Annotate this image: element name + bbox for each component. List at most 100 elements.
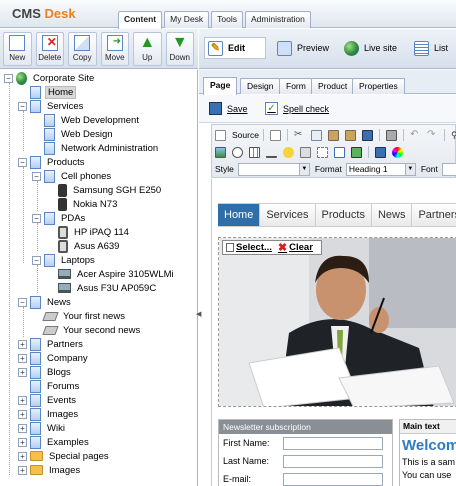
expand-icon[interactable]: +: [18, 367, 27, 377]
style-select[interactable]: ▼: [237, 162, 310, 176]
horizontal-rule-icon[interactable]: [266, 147, 277, 158]
copy-icon[interactable]: [310, 129, 322, 141]
tab-product[interactable]: Product: [311, 78, 355, 94]
up-button[interactable]: ▲ Up: [133, 32, 162, 66]
tab-page[interactable]: Page: [203, 77, 238, 95]
tree-node-forums[interactable]: Forums: [18, 379, 81, 393]
email-field[interactable]: [283, 472, 383, 486]
collapse-icon[interactable]: −: [18, 101, 27, 111]
site-nav-news[interactable]: News: [372, 204, 413, 226]
tree-node-acer[interactable]: Acer Aspire 3105WLMi: [46, 267, 176, 281]
table-icon[interactable]: [249, 146, 260, 158]
expand-icon[interactable]: +: [18, 395, 27, 405]
expand-icon[interactable]: +: [18, 423, 27, 433]
new-button[interactable]: New: [3, 32, 32, 66]
expand-icon[interactable]: +: [18, 451, 27, 461]
collapse-icon[interactable]: −: [18, 297, 27, 307]
expand-icon[interactable]: +: [18, 437, 27, 447]
paste-text-icon[interactable]: [344, 129, 356, 141]
tab-administration[interactable]: Administration: [245, 11, 311, 28]
pane-splitter-handle[interactable]: ◀: [196, 310, 201, 322]
expand-icon[interactable]: +: [18, 353, 27, 363]
tree-node-company[interactable]: + Company: [18, 351, 90, 365]
tab-tools[interactable]: Tools: [211, 11, 244, 28]
special-char-icon[interactable]: [300, 146, 311, 158]
tree-node-web-design[interactable]: Web Design: [32, 127, 115, 141]
copy-button[interactable]: Copy: [68, 32, 97, 66]
tree-node-web-development[interactable]: Web Development: [32, 113, 141, 127]
media-icon[interactable]: [375, 146, 386, 158]
source-button[interactable]: Source: [232, 130, 259, 140]
widget-icon[interactable]: [351, 146, 362, 158]
clear-webpart-button[interactable]: ✖ Clear: [275, 241, 316, 254]
delete-button[interactable]: ✕ Delete: [35, 32, 64, 66]
find-icon[interactable]: ⚲: [451, 130, 456, 141]
collapse-icon[interactable]: −: [32, 171, 41, 181]
spell-check-button[interactable]: ✓ Spell check: [265, 102, 329, 115]
flash-icon[interactable]: [232, 146, 243, 158]
site-nav-home[interactable]: Home: [218, 204, 261, 226]
format-select[interactable]: Heading 1 ▼: [345, 162, 416, 176]
collapse-icon[interactable]: −: [18, 157, 27, 167]
tree-node-cell-phones[interactable]: − Cell phones: [32, 169, 113, 183]
preview-icon[interactable]: [269, 129, 281, 141]
site-nav-products[interactable]: Products: [316, 204, 372, 226]
site-nav-partners[interactable]: Partners: [412, 204, 456, 226]
tab-content[interactable]: Content: [118, 11, 163, 29]
tree-node-partners[interactable]: + Partners: [18, 337, 85, 351]
tree-node-laptops[interactable]: − Laptops: [32, 253, 97, 267]
tree-node-asus-f3u[interactable]: Asus F3U AP059C: [46, 281, 158, 295]
down-button[interactable]: ▼ Down: [165, 32, 194, 66]
last-name-field[interactable]: [283, 454, 383, 468]
paste-word-icon[interactable]: [361, 129, 373, 141]
expand-icon[interactable]: +: [18, 465, 27, 475]
expand-icon[interactable]: +: [18, 339, 27, 349]
collapse-icon[interactable]: −: [32, 255, 41, 265]
smiley-icon[interactable]: [283, 146, 294, 158]
tree-node-services[interactable]: − Services: [18, 99, 85, 113]
tree-node-corporate-site[interactable]: − Corporate Site: [4, 71, 96, 85]
tree-node-images[interactable]: + Images: [18, 407, 80, 421]
expand-icon[interactable]: +: [18, 409, 27, 419]
tree-node-special-pages[interactable]: + Special pages: [18, 449, 111, 463]
save-button[interactable]: Save: [209, 102, 248, 115]
tree-node-news[interactable]: − News: [18, 295, 73, 309]
tree-node-images-folder[interactable]: + Images: [18, 463, 82, 477]
tree-node-nokia[interactable]: Nokia N73: [46, 197, 119, 211]
tree-node-examples[interactable]: + Examples: [18, 435, 91, 449]
move-button[interactable]: ➜ Move: [100, 32, 129, 66]
tree-node-first-news[interactable]: Your first news: [32, 309, 127, 323]
tab-properties[interactable]: Properties: [352, 78, 405, 94]
tab-form[interactable]: Form: [279, 78, 313, 94]
tree-node-samsung[interactable]: Samsung SGH E250: [46, 183, 163, 197]
redo-icon[interactable]: ↷: [427, 129, 438, 141]
tree-node-second-news[interactable]: Your second news: [32, 323, 142, 337]
tree-node-wiki[interactable]: + Wiki: [18, 421, 67, 435]
preview-mode-button[interactable]: Preview: [277, 37, 329, 59]
collapse-icon[interactable]: −: [32, 213, 41, 223]
font-select[interactable]: [441, 162, 456, 176]
tab-my-desk[interactable]: My Desk: [164, 11, 210, 28]
edit-mode-button[interactable]: ✎ Edit: [204, 37, 266, 59]
tree-node-events[interactable]: + Events: [18, 393, 78, 407]
tree-node-hp-ipaq[interactable]: HP iPAQ 114: [46, 225, 131, 239]
first-name-field[interactable]: [283, 436, 383, 450]
live-site-mode-button[interactable]: Live site: [344, 37, 397, 59]
print-icon[interactable]: [385, 129, 397, 141]
form-icon[interactable]: [334, 146, 345, 158]
editable-image-region[interactable]: [218, 237, 456, 407]
tab-design[interactable]: Design: [240, 78, 281, 94]
list-mode-button[interactable]: List: [414, 37, 448, 59]
tree-node-blogs[interactable]: + Blogs: [18, 365, 73, 379]
tree-node-network-administration[interactable]: Network Administration: [32, 141, 160, 155]
page-break-icon[interactable]: [317, 146, 328, 158]
tree-node-pdas[interactable]: − PDAs: [32, 211, 87, 225]
collapse-icon[interactable]: −: [4, 73, 13, 83]
paste-icon[interactable]: [327, 129, 339, 141]
image-icon[interactable]: [215, 146, 226, 158]
tree-node-home[interactable]: Home: [18, 85, 77, 99]
site-nav-services[interactable]: Services: [260, 204, 316, 226]
color-icon[interactable]: [392, 146, 403, 158]
cut-icon[interactable]: ✂: [294, 129, 305, 141]
tree-node-asus-a639[interactable]: Asus A639: [46, 239, 121, 253]
